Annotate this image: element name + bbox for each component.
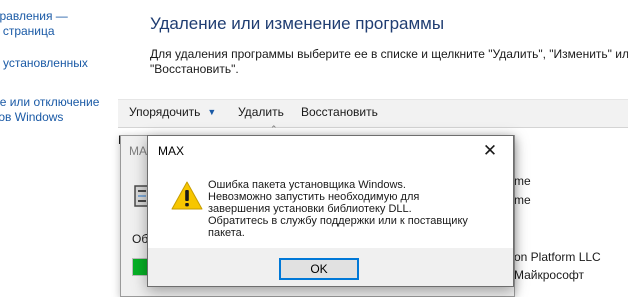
close-icon: ✕ [482,141,498,160]
chevron-down-icon: ▼ [207,107,217,117]
nav-link-installed-updates[interactable]: о установленных й [0,56,88,86]
error-message-line: Невозможно запустить необходимую для [208,191,420,203]
installer-dialog-title: MA [129,144,147,158]
command-toolbar: Упорядочить ▼ Удалить Восстановить [118,99,628,128]
left-nav: правления — я страница о установленных й… [0,0,118,289]
error-message: Ошибка пакета установщика Windows. Невоз… [208,179,488,239]
warning-icon [171,181,203,210]
error-dialog-title: MAX [158,144,185,158]
error-dialog-footer: OK [148,248,513,286]
close-button[interactable]: ✕ [467,136,513,166]
list-item[interactable]: me [514,174,531,188]
nav-link-line: о установленных [0,56,88,70]
organize-label: Упорядочить [129,105,201,119]
error-message-line: Обратитесь в службу поддержки или к пост… [208,215,468,227]
error-dialog-body: Ошибка пакета установщика Windows. Невоз… [148,166,513,248]
page-title: Удаление или изменение программы [150,14,445,33]
error-dialog-titlebar: MAX ✕ [148,136,513,166]
list-item[interactable]: Майкрософт [514,268,584,282]
nav-link-line: тов Windows [0,110,64,124]
ok-button[interactable]: OK [279,258,359,280]
nav-link-line: ие или отключение [0,95,100,109]
repair-button[interactable]: Восстановить [301,105,378,119]
nav-link-control-panel-home[interactable]: правления — я страница [0,9,68,39]
nav-link-line: правления — [0,9,68,23]
uninstall-button[interactable]: Удалить [238,105,284,119]
error-message-line: завершения установки библиотеку DLL. [208,203,412,215]
nav-link-windows-features[interactable]: ие или отключение тов Windows [0,95,99,125]
nav-link-line: й [0,71,88,86]
list-item[interactable]: me [514,193,531,207]
sort-chevron-up-icon: ⌃ [270,124,278,134]
nav-link-line: я страница [0,24,55,38]
instructions-text: Для удаления программы выберите ее в спи… [150,47,628,76]
error-message-line: пакета. [208,227,245,239]
error-dialog: MAX ✕ Ошибка пакета установщика Windows.… [147,135,514,287]
list-item[interactable]: tion Platform LLC [508,250,601,264]
error-message-line: Ошибка пакета установщика Windows. [208,179,406,191]
organize-button[interactable]: Упорядочить ▼ [129,105,216,119]
